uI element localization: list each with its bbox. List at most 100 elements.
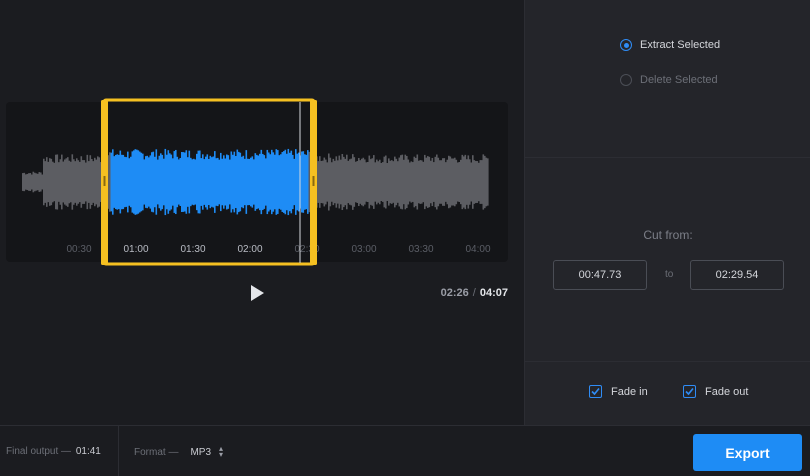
waveform-bar xyxy=(128,158,131,206)
play-icon xyxy=(251,285,264,301)
timeline-tick-label: 01:30 xyxy=(180,244,205,255)
cut-start-input[interactable]: 00:47.73 xyxy=(553,260,647,290)
waveform-bar xyxy=(304,154,306,210)
footer-bar: Final output — 01:41 Format — MP3 ▴ ▾ Exp… xyxy=(0,425,810,476)
divider xyxy=(525,157,810,158)
waveform-bar xyxy=(425,157,428,207)
checkbox-checked-icon[interactable] xyxy=(589,385,602,398)
waveform-bar xyxy=(46,157,48,207)
waveform-bar xyxy=(277,150,279,214)
waveform-bar xyxy=(182,152,185,212)
waveform-bar xyxy=(127,151,129,213)
waveform-bar xyxy=(34,172,36,192)
fade-in-checkbox[interactable]: Fade in xyxy=(589,385,648,398)
final-output: Final output — 01:41 xyxy=(6,446,101,457)
export-button[interactable]: Export xyxy=(693,434,802,471)
waveform-bar xyxy=(22,173,24,191)
waveform-bar xyxy=(400,155,402,209)
waveform-bar xyxy=(44,161,47,203)
waveform[interactable]: 00:30 01:00 01:30 02:00 02:30 03:00 03:30 04:00 xyxy=(0,0,510,270)
waveform-bar xyxy=(271,149,273,215)
waveform-bar xyxy=(454,157,456,207)
waveform-bar xyxy=(181,152,183,212)
waveform-bar xyxy=(193,158,195,206)
final-output-value: 01:41 xyxy=(75,446,101,457)
radio-unchecked-icon[interactable] xyxy=(620,74,632,86)
waveform-bar xyxy=(226,154,228,210)
waveform-bar xyxy=(280,154,282,210)
waveform-bar xyxy=(232,154,234,210)
waveform-bar xyxy=(371,158,374,206)
waveform-bar xyxy=(134,149,137,215)
waveform-bar xyxy=(467,155,470,209)
delete-selected-label: Delete Selected xyxy=(640,74,718,86)
waveform-bar xyxy=(25,174,27,190)
waveform-bar xyxy=(28,173,30,191)
waveform-bar xyxy=(173,151,176,213)
waveform-bar xyxy=(236,149,239,215)
waveform-bar xyxy=(377,161,380,203)
format-select[interactable]: Format — MP3 ▴ ▾ xyxy=(134,444,224,459)
updown-chevron-icon: ▴ ▾ xyxy=(219,444,224,459)
waveform-bar xyxy=(235,156,237,208)
waveform-bar xyxy=(79,161,81,203)
waveform-bar xyxy=(257,155,260,209)
extract-selected-option[interactable]: Extract Selected xyxy=(620,39,720,51)
waveform-bar xyxy=(143,159,146,205)
grip-right xyxy=(312,176,315,186)
waveform-bar xyxy=(268,152,270,212)
waveform-bar xyxy=(415,157,417,207)
waveform-bar xyxy=(332,158,335,206)
waveform-bar xyxy=(125,157,128,207)
waveform-bar xyxy=(242,155,245,209)
waveform-bar xyxy=(262,153,264,211)
waveform-bar xyxy=(92,161,95,203)
waveform-bar xyxy=(272,152,275,212)
waveform-bar xyxy=(464,154,467,210)
waveform-bar xyxy=(47,161,50,203)
waveform-bar xyxy=(374,162,377,202)
radio-checked-icon[interactable] xyxy=(620,39,632,51)
waveform-bar xyxy=(274,154,276,210)
waveform-bar xyxy=(55,154,57,210)
play-button[interactable] xyxy=(247,283,267,303)
waveform-bar xyxy=(307,150,309,214)
waveform-bar xyxy=(428,156,431,208)
to-label: to xyxy=(665,269,674,280)
waveform-bar xyxy=(449,156,452,208)
waveform-bar xyxy=(50,158,53,206)
waveform-bar xyxy=(89,155,92,209)
waveform-bar xyxy=(265,158,267,206)
waveform-bar xyxy=(164,148,167,216)
waveform-bar xyxy=(416,154,419,210)
waveform-bar xyxy=(98,157,101,207)
waveform-bar xyxy=(308,151,311,213)
waveform-bar xyxy=(278,155,281,209)
waveform-bar xyxy=(49,158,51,206)
waveform-bar xyxy=(124,156,126,208)
waveform-bar xyxy=(344,158,347,206)
waveform-bar xyxy=(73,159,75,205)
waveform-bar xyxy=(223,155,225,209)
checkbox-checked-icon[interactable] xyxy=(683,385,696,398)
waveform-bar xyxy=(334,160,336,204)
waveform-bar xyxy=(379,159,381,205)
waveform-bar xyxy=(197,150,200,214)
waveform-bar xyxy=(29,173,32,191)
waveform-bar xyxy=(149,155,152,209)
waveform-bar xyxy=(109,152,111,212)
waveform-bar xyxy=(386,163,389,201)
waveform-bar xyxy=(478,162,480,202)
waveform-bar xyxy=(113,156,116,208)
format-value: MP3 xyxy=(190,446,212,458)
waveform-bar xyxy=(131,151,134,213)
waveform-bar xyxy=(32,171,35,193)
waveform-bar xyxy=(142,153,144,211)
delete-selected-option[interactable]: Delete Selected xyxy=(620,74,718,86)
waveform-bar xyxy=(322,160,324,204)
waveform-bar xyxy=(317,161,320,203)
waveform-bar xyxy=(292,154,294,210)
cut-end-input[interactable]: 02:29.54 xyxy=(690,260,784,290)
waveform-bar xyxy=(205,156,207,208)
fade-out-checkbox[interactable]: Fade out xyxy=(683,385,748,398)
